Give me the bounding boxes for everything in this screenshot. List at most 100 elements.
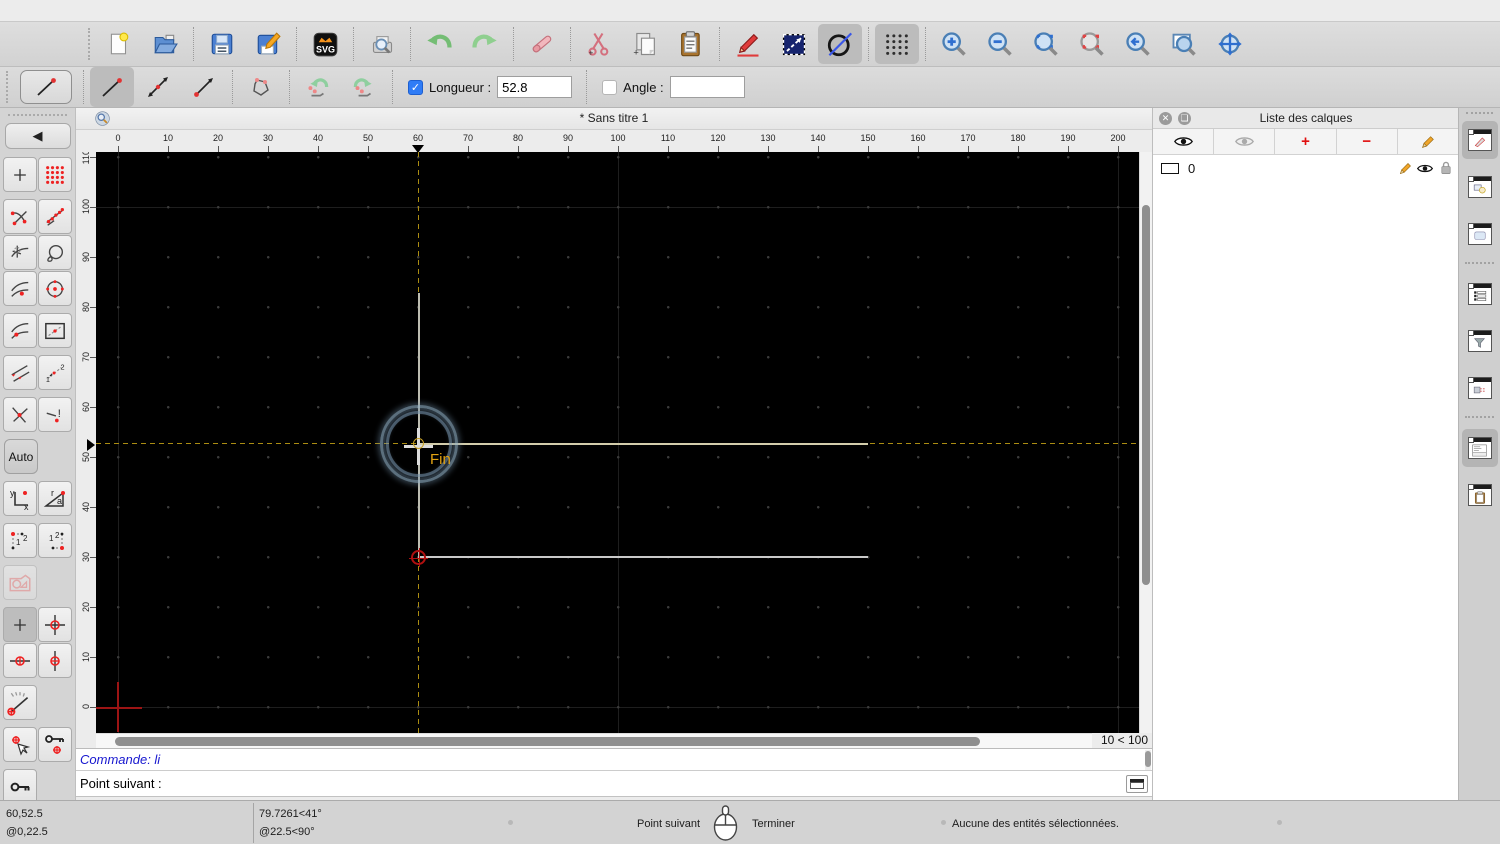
toggle-list-widget-button[interactable] <box>1462 275 1498 313</box>
command-scrollbar[interactable] <box>1145 750 1151 770</box>
relzero-free-button[interactable] <box>3 607 37 642</box>
zoom-pan-button[interactable] <box>1208 24 1252 64</box>
restrict-parallel-button[interactable] <box>3 355 37 390</box>
toolbar-separator <box>719 27 720 61</box>
snap-middle-button[interactable] <box>3 271 37 306</box>
snap-grid-button[interactable] <box>38 157 72 192</box>
restrict-1-2-icon: 12 <box>46 362 65 384</box>
vertical-scrollbar[interactable] <box>1139 152 1152 733</box>
remove-layer-button[interactable]: − <box>1337 129 1398 154</box>
toggle-layer-list-button[interactable] <box>1461 121 1498 159</box>
toolbar-handle[interactable] <box>1466 112 1493 116</box>
length-checkbox[interactable]: ✓ <box>408 79 423 95</box>
snap-intersection-button[interactable] <box>3 397 37 432</box>
document-titlebar[interactable]: * Sans titre 1 <box>76 108 1152 130</box>
drawing-canvas[interactable]: Fin <box>96 152 1139 733</box>
palette-handle[interactable] <box>8 114 67 119</box>
restrict-orthogonal-button[interactable]: 12 <box>38 355 72 390</box>
cut-button[interactable]: + <box>577 24 621 64</box>
current-tool-button[interactable] <box>20 70 72 104</box>
order-button[interactable] <box>772 24 816 64</box>
save-button[interactable] <box>200 24 244 64</box>
toggle-block-list-button[interactable] <box>1462 168 1498 206</box>
corner-order-1-button[interactable]: 12 <box>3 523 37 558</box>
angle-input[interactable] <box>669 76 745 98</box>
snap-center-button[interactable] <box>38 271 72 306</box>
snap-point-button[interactable] <box>38 235 72 270</box>
new-file-button[interactable] <box>97 24 141 64</box>
zoom-out-button[interactable] <box>978 24 1022 64</box>
snap-intersection-manual-button[interactable]: ! <box>38 397 72 432</box>
snap-tangent-button[interactable] <box>3 235 37 270</box>
command-line[interactable]: Point suivant : <box>76 771 1152 797</box>
palette-back-button[interactable]: ◀ <box>4 123 71 149</box>
undo-button[interactable] <box>417 24 461 64</box>
draft-mode-button[interactable] <box>818 24 862 64</box>
angle-checkbox[interactable] <box>602 79 618 95</box>
lock-position-button[interactable] <box>3 769 37 804</box>
toolbar-handle[interactable] <box>6 71 10 103</box>
svg-export-button[interactable]: SVG <box>303 24 347 64</box>
coordinate-cartesian-button[interactable]: yx <box>3 481 37 516</box>
edit-layer-button[interactable] <box>1398 129 1460 154</box>
close-polyline-button[interactable] <box>239 67 283 107</box>
toggle-clipboard-widget-button[interactable] <box>1462 476 1498 514</box>
snap-endpoints-button[interactable] <box>3 199 37 234</box>
redo-segment-button[interactable] <box>342 67 386 107</box>
toggle-pen-palette-button[interactable] <box>1462 369 1498 407</box>
pen-button[interactable] <box>726 24 770 64</box>
line-two-points-button[interactable] <box>90 67 134 107</box>
zoom-auto-button[interactable] <box>1024 24 1068 64</box>
undo-segment-button[interactable] <box>296 67 340 107</box>
keyboard-toggle-button[interactable] <box>1126 775 1148 793</box>
snap-restrict-button[interactable] <box>38 313 72 348</box>
scrollbar-thumb[interactable] <box>115 737 980 746</box>
toolbar-handle[interactable] <box>88 28 92 60</box>
snap-center-icon <box>46 279 64 298</box>
snap-on-entity-button[interactable] <box>38 199 72 234</box>
zoom-previous-button[interactable] <box>1070 24 1114 64</box>
open-file-button[interactable] <box>143 24 187 64</box>
zoom-back-button[interactable] <box>1116 24 1160 64</box>
horizontal-scrollbar[interactable] <box>96 733 1092 748</box>
corner-order-2-button[interactable]: 12 <box>38 523 72 558</box>
select-relative-button[interactable] <box>3 727 37 762</box>
relzero-set-button[interactable] <box>38 607 72 642</box>
toggle-command-widget-button[interactable] <box>1461 429 1498 467</box>
angle-gauge-button[interactable] <box>3 685 37 720</box>
redo-button[interactable] <box>463 24 507 64</box>
snap-free-button[interactable] <box>3 157 37 192</box>
command-history[interactable]: Commande: li <box>76 748 1152 771</box>
zoom-window-button[interactable] <box>1162 24 1206 64</box>
restrict-horizontal-button[interactable] <box>3 643 37 678</box>
coordinate-polar-button[interactable]: ra <box>38 481 72 516</box>
add-layer-button[interactable]: + <box>1275 129 1337 154</box>
save-as-button[interactable] <box>246 24 290 64</box>
hide-all-layers-button[interactable] <box>1214 129 1276 154</box>
zoom-in-button[interactable] <box>932 24 976 64</box>
entity-line-lower[interactable] <box>418 556 868 558</box>
toggle-filter-widget-button[interactable] <box>1462 322 1498 360</box>
restrict-nothing-button[interactable] <box>3 565 37 600</box>
restrict-vertical-button[interactable] <box>38 643 72 678</box>
scrollbar-thumb[interactable] <box>1142 205 1150 585</box>
show-all-layers-button[interactable] <box>1153 129 1215 154</box>
layer-edit-icon[interactable] <box>1396 160 1414 176</box>
delete-button[interactable] <box>520 24 564 64</box>
layer-row[interactable]: 0 <box>1153 158 1459 178</box>
paste-button[interactable] <box>669 24 713 64</box>
copy-button[interactable]: + <box>623 24 667 64</box>
print-preview-button[interactable] <box>360 24 404 64</box>
layer-color-swatch[interactable] <box>1161 162 1179 174</box>
line-one-direction-button[interactable] <box>182 67 226 107</box>
snap-distance-button[interactable] <box>3 313 37 348</box>
snap-auto-button[interactable]: Auto <box>4 439 38 474</box>
length-input[interactable] <box>497 76 573 98</box>
toggle-library-browser-button[interactable] <box>1462 215 1498 253</box>
layer-visible-icon[interactable] <box>1416 160 1434 176</box>
grid-toggle-button[interactable] <box>875 24 919 64</box>
lock-relative-button[interactable] <box>38 727 72 762</box>
entity-line-upper[interactable] <box>419 443 868 445</box>
layer-lock-icon[interactable] <box>1437 160 1455 176</box>
line-both-directions-button[interactable] <box>136 67 180 107</box>
